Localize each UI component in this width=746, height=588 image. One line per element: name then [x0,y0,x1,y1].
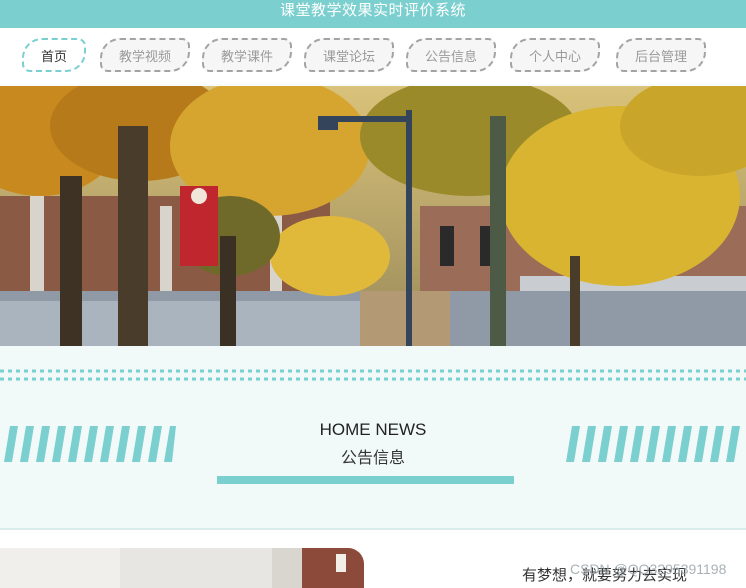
nav-item-teaching-video[interactable]: 教学视频 [100,38,190,72]
news-title-underline [217,476,514,484]
news-preview-row: 有梦想，就要努力去实现 CSDN @QQ3295391198 [0,530,746,588]
watermark-text: CSDN @QQ3295391198 [570,561,727,577]
dotted-divider [0,369,746,381]
site-title: 课堂教学效果实时评价系统 [279,1,466,19]
news-thumbnail-image[interactable] [0,548,364,588]
nav-item-courseware[interactable]: 教学课件 [202,38,292,72]
nav-item-admin[interactable]: 后台管理 [616,38,706,72]
nav-item-home[interactable]: 首页 [22,38,86,72]
main-navigation: 首页 教学视频 教学课件 课堂论坛 公告信息 个人中心 后台管理 [0,28,746,84]
hero-banner-image[interactable] [0,86,746,346]
stripe-decoration-right [566,426,740,462]
nav-item-personal-center[interactable]: 个人中心 [510,38,600,72]
nav-item-announcements[interactable]: 公告信息 [406,38,496,72]
news-thumbnail-photo [0,548,364,588]
top-header-bar: 课堂教学效果实时评价系统 [0,0,746,28]
home-news-section: HOME NEWS 公告信息 [0,346,746,528]
nav-item-forum[interactable]: 课堂论坛 [304,38,394,72]
campus-autumn-photo [0,86,746,346]
